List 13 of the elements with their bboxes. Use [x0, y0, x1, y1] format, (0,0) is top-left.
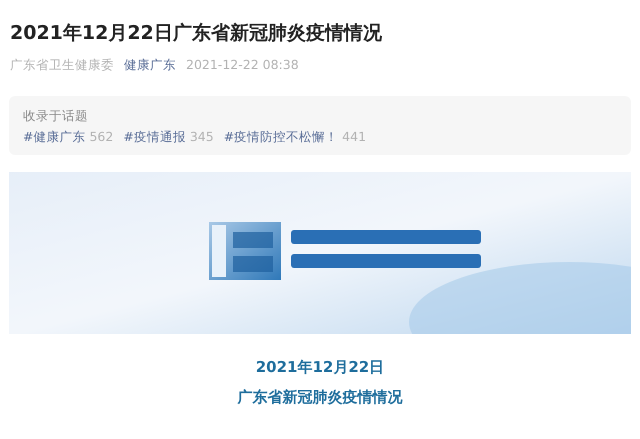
topic-count: 345	[190, 128, 214, 146]
topic-count: 441	[342, 128, 366, 146]
account-link[interactable]: 健康广东	[124, 56, 176, 74]
topic-link[interactable]: #疫情防控不松懈！	[224, 126, 338, 147]
topic-link[interactable]: #疫情通报	[123, 126, 186, 147]
topic-count: 562	[89, 128, 114, 146]
publish-date: 2021-12-22 08:38	[186, 56, 299, 74]
section-heading: 2021年12月22日	[256, 357, 384, 378]
section-heading: 广东省新冠肺炎疫情情况	[238, 387, 402, 408]
author-name: 广东省卫生健康委	[10, 56, 114, 74]
article-title: 2021年12月22日广东省新冠肺炎疫情情况	[10, 21, 383, 46]
topics-heading: 收录于话题	[23, 107, 89, 125]
topic-link[interactable]: #健康广东	[23, 126, 86, 147]
